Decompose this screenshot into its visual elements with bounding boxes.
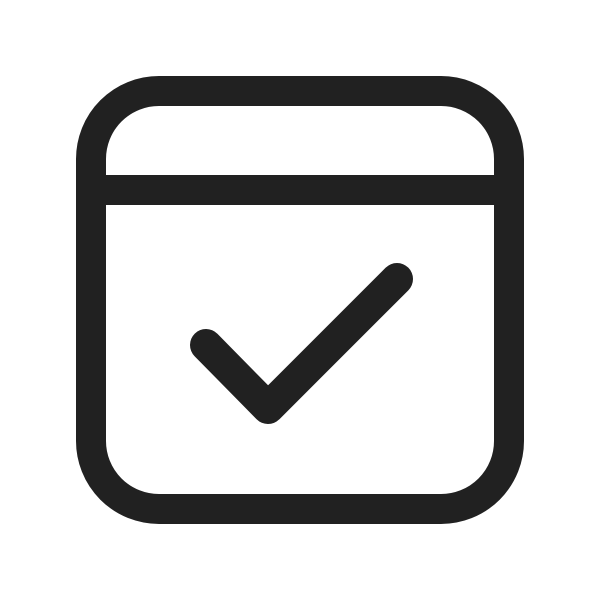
calendar-check-icon [76,76,524,524]
icon-canvas [0,0,600,600]
calendar-frame [76,76,524,524]
check-mark [190,263,413,424]
